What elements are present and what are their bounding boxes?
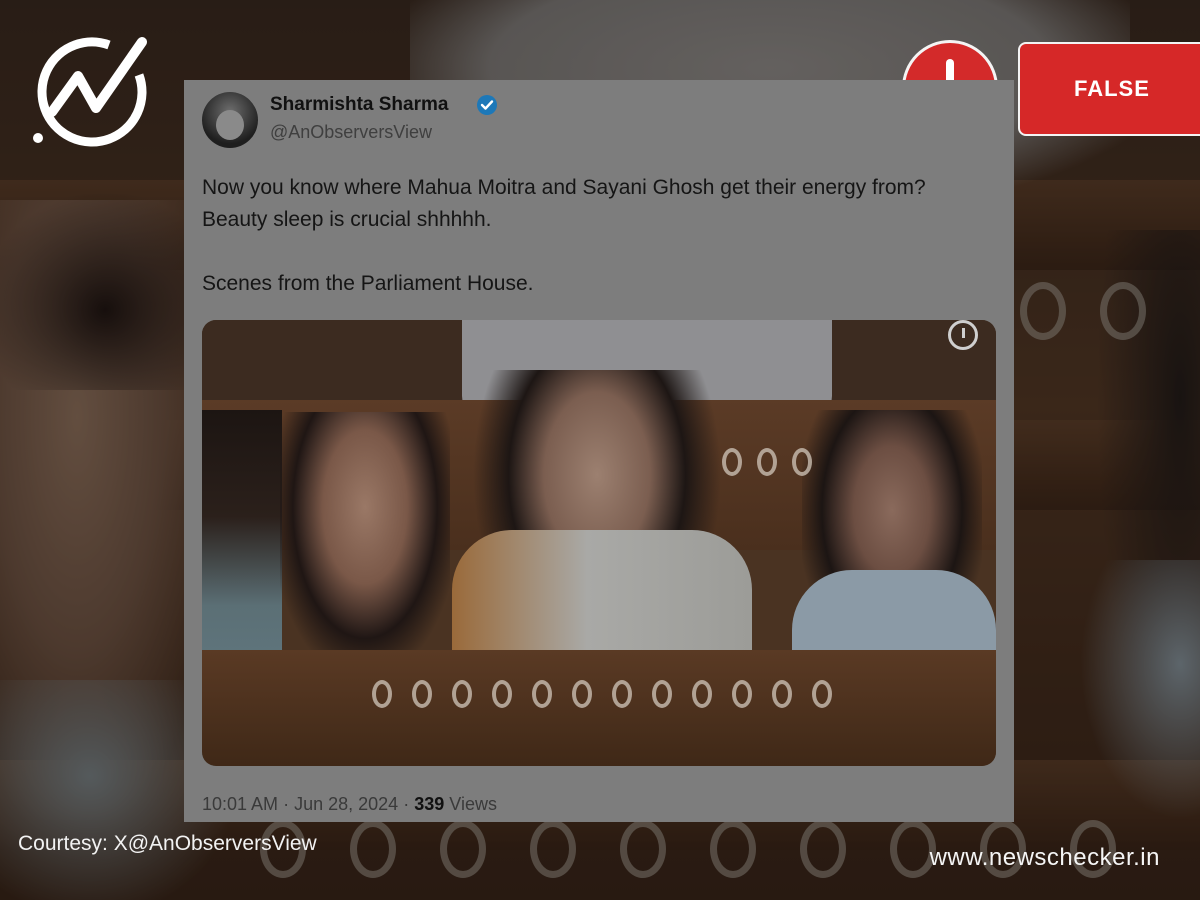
tweet-time[interactable]: 10:01 AM bbox=[202, 794, 278, 814]
tweet-date[interactable]: Jun 28, 2024 bbox=[294, 794, 398, 814]
tweet-text: Now you know where Mahua Moitra and Saya… bbox=[202, 176, 926, 295]
views-label: Views bbox=[449, 794, 497, 814]
avatar[interactable] bbox=[202, 92, 258, 148]
clock-icon bbox=[948, 320, 978, 350]
false-verdict-badge: FALSE bbox=[1018, 42, 1200, 136]
tweet-card: Sharmishta Sharma @AnObserversView Now y… bbox=[184, 80, 1014, 822]
verified-badge-icon bbox=[477, 95, 497, 115]
author-handle[interactable]: @AnObserversView bbox=[270, 122, 432, 143]
views-count: 339 bbox=[414, 794, 445, 814]
courtesy-credit: Courtesy: X@AnObserversView bbox=[18, 832, 317, 855]
site-url: www.newschecker.in bbox=[929, 844, 1160, 871]
meta-separator: · bbox=[403, 794, 410, 814]
tweet-meta: 10:01 AM · Jun 28, 2024 · 339 Views bbox=[202, 794, 497, 815]
newschecker-logo-icon bbox=[33, 37, 147, 147]
author-name[interactable]: Sharmishta Sharma bbox=[270, 94, 448, 116]
tweet-media-image[interactable] bbox=[202, 320, 996, 766]
meta-separator: · bbox=[283, 794, 290, 814]
